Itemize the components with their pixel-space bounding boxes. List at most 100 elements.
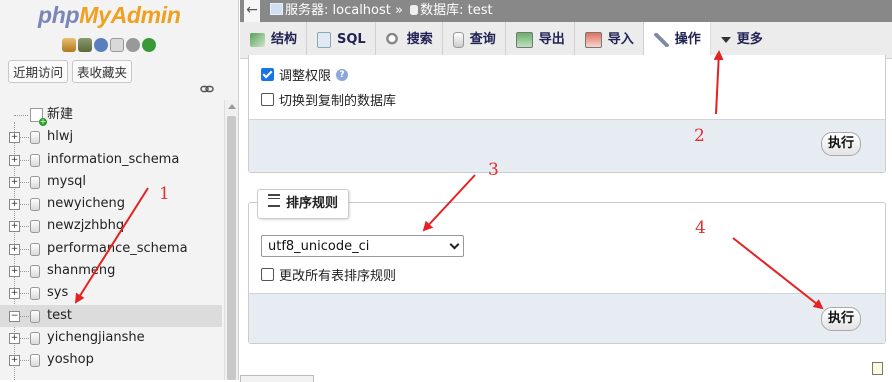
tree-db-hlwj[interactable]: + hlwj (0, 126, 222, 148)
new-database-label: 新建 (47, 107, 74, 122)
tree-db-information-schema[interactable]: + information_schema (0, 149, 222, 171)
tree-db-performance-schema[interactable]: + performance_schema (0, 238, 222, 260)
new-database-icon (30, 108, 47, 126)
breadcrumb-database[interactable]: 数据库: test (420, 3, 492, 18)
database-name[interactable]: mysql (47, 174, 86, 189)
reload-icon[interactable] (142, 38, 156, 52)
console-tab[interactable] (240, 375, 314, 382)
nav-scrollbar[interactable] (224, 100, 238, 380)
docs-icon[interactable] (110, 38, 124, 52)
import-icon (584, 32, 602, 48)
console-icon[interactable] (872, 362, 883, 375)
database-name[interactable]: hlwj (47, 129, 73, 144)
database-icon (30, 287, 40, 301)
database-icon (30, 331, 40, 345)
favorites-tab[interactable]: 表收藏夹 (72, 60, 133, 83)
phpmyadmin-logo[interactable]: phpMyAdmin (38, 2, 181, 29)
tab-search[interactable]: 搜索 (376, 22, 443, 58)
settings-icon[interactable] (126, 38, 140, 52)
breadcrumb: ← 服务器: localhost » 数据库: test (240, 0, 892, 22)
adjust-privileges-option[interactable]: 调整权限 ? (261, 65, 349, 84)
database-name[interactable]: yichengjianshe (47, 330, 145, 345)
tree-db-yichengjianshe[interactable]: + yichengjianshe (0, 327, 222, 349)
export-icon (515, 32, 533, 48)
sql-icon (317, 32, 332, 48)
navigation-panel: phpMyAdmin 近期访问 表收藏夹 新建 + hlwj + informa (0, 0, 239, 380)
copy-execute-button[interactable]: 执行 (821, 132, 862, 156)
search-icon (385, 33, 401, 47)
tree-new-database[interactable]: 新建 (0, 104, 222, 126)
collation-execute-button[interactable]: 执行 (821, 307, 862, 331)
back-arrow-icon[interactable]: ← (244, 0, 260, 22)
tree-db-sys[interactable]: + sys (0, 282, 222, 304)
chevron-down-icon (720, 37, 731, 43)
nav-tabs: 近期访问 表收藏夹 (8, 60, 133, 83)
switch-database-option[interactable]: 切换到复制的数据库 (261, 90, 396, 109)
home-icon[interactable] (62, 38, 76, 52)
database-name[interactable]: newyicheng (47, 196, 125, 211)
database-name[interactable]: yoshop (47, 352, 94, 367)
database-name[interactable]: shanmeng (47, 263, 115, 278)
tree-db-shanmeng[interactable]: + shanmeng (0, 260, 222, 282)
change-all-tables-option[interactable]: 更改所有表排序规则 (261, 265, 396, 284)
tree-db-yoshop[interactable]: + yoshop (0, 349, 222, 371)
copy-panel-footer: 执行 (249, 119, 885, 172)
link-icon[interactable] (200, 84, 214, 94)
tab-structure[interactable]: 结构 (240, 22, 308, 58)
database-name[interactable]: newzjzhbhq (47, 218, 124, 233)
database-name[interactable]: performance_schema (47, 241, 188, 256)
annotation-number-2: 2 (694, 126, 705, 146)
help-icon[interactable] (94, 38, 108, 52)
tab-operations[interactable]: 操作 (643, 22, 711, 58)
tree-db-test[interactable]: − test (0, 304, 222, 327)
switch-database-label[interactable]: 切换到复制的数据库 (279, 90, 396, 109)
database-icon (30, 131, 40, 145)
annotation-number-1: 1 (159, 184, 170, 204)
copy-database-panel: 调整权限 ? 切换到复制的数据库 执行 (248, 55, 886, 173)
collation-legend: 排序规则 (257, 189, 350, 219)
chevron-down-icon (449, 239, 460, 250)
database-icon (30, 242, 40, 256)
tab-export[interactable]: 导出 (506, 22, 575, 58)
tab-query[interactable]: 查询 (443, 22, 506, 58)
logout-icon[interactable] (78, 38, 92, 52)
change-all-tables-label[interactable]: 更改所有表排序规则 (279, 265, 396, 284)
main-content: 调整权限 ? 切换到复制的数据库 执行 排序规则 utf8_unicode_ci… (240, 55, 892, 382)
adjust-privileges-checkbox[interactable] (261, 68, 274, 81)
collation-select[interactable]: utf8_unicode_ci (261, 235, 464, 257)
help-icon[interactable]: ? (336, 68, 349, 81)
tab-import[interactable]: 导入 (575, 22, 644, 58)
database-name[interactable]: information_schema (47, 152, 179, 167)
top-tabs: 结构 SQL 搜索 查询 导出 导入 操作 更多 (240, 22, 892, 59)
tree-db-newyicheng[interactable]: + newyicheng (0, 193, 222, 215)
database-icon (410, 5, 419, 15)
structure-icon (250, 33, 265, 47)
recent-tab[interactable]: 近期访问 (8, 60, 69, 83)
tree-db-mysql[interactable]: + mysql (0, 171, 222, 193)
breadcrumb-separator: » (395, 3, 403, 18)
database-name[interactable]: sys (47, 285, 68, 300)
wrench-icon (653, 33, 669, 47)
scroll-up-icon[interactable] (228, 104, 236, 109)
database-icon (30, 198, 40, 212)
database-icon (30, 175, 40, 189)
annotation-number-3: 3 (488, 160, 499, 180)
tab-sql[interactable]: SQL (307, 22, 376, 58)
database-tree: 新建 + hlwj + information_schema + mysql +… (0, 104, 222, 372)
adjust-privileges-label[interactable]: 调整权限 (279, 65, 331, 84)
database-name[interactable]: test (47, 308, 72, 323)
annotation-number-4: 4 (695, 218, 706, 238)
database-icon (30, 354, 40, 368)
breadcrumb-server[interactable]: 服务器: localhost (285, 3, 391, 18)
switch-database-checkbox[interactable] (261, 93, 274, 106)
scrollbar-thumb[interactable] (227, 116, 236, 380)
collation-panel-footer: 执行 (249, 293, 885, 343)
tree-db-newzjzhbhq[interactable]: + newzjzhbhq (0, 215, 222, 237)
database-icon (30, 153, 40, 167)
collation-panel: 排序规则 utf8_unicode_ci 更改所有表排序规则 执行 (248, 189, 886, 344)
nav-icon-bar (62, 38, 156, 52)
change-all-tables-checkbox[interactable] (261, 268, 274, 281)
database-icon (30, 220, 40, 234)
tab-more[interactable]: 更多 (711, 22, 772, 58)
server-icon (270, 3, 283, 15)
